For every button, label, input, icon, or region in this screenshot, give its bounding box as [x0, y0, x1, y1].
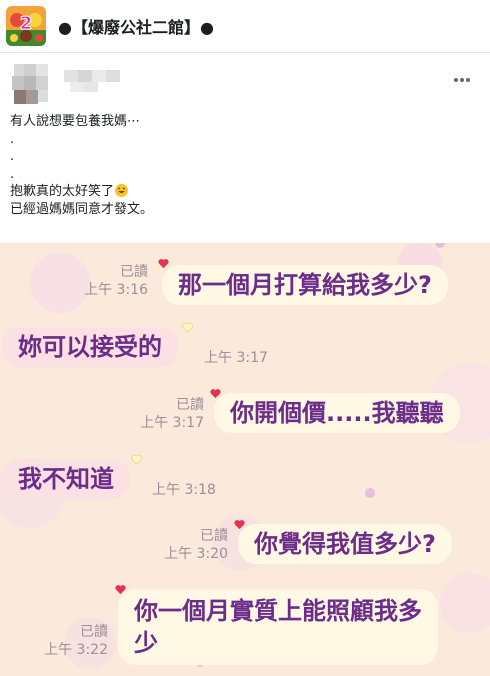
heart-icon: [234, 520, 245, 530]
author-name-blurred[interactable]: [62, 66, 128, 94]
message-meta: 已讀 上午 3:22: [32, 623, 108, 659]
post-line: 有人說想要包養我媽⋯: [10, 114, 141, 129]
message-meta: 已讀 上午 3:17: [128, 396, 204, 432]
group-title[interactable]: ●【爆廢公社二館】●: [58, 14, 214, 38]
chat-screenshot-image[interactable]: 已讀 上午 3:16 那一個月打算給我多少? 妳可以接受的 上午 3:17 已讀…: [0, 243, 490, 676]
chat-bubble-sent[interactable]: 那一個月打算給我多少?: [162, 265, 448, 305]
chat-bubble-sent[interactable]: 你開個價.....我聽聽: [214, 393, 460, 433]
post-line: .: [10, 131, 15, 147]
chat-bubble-sent[interactable]: 你一個月實質上能照顧我多 少: [118, 589, 438, 665]
chat-bubble-sent[interactable]: 你覺得我值多少?: [238, 524, 452, 564]
group-logo-number: 2: [20, 13, 33, 34]
more-dot-icon: [466, 78, 470, 82]
group-header-bar: 2 ●【爆廢公社二館】●: [0, 0, 490, 53]
post-line: 抱歉真的太好笑了: [10, 184, 115, 199]
message-meta: 上午 3:18: [152, 481, 216, 499]
post-line: 已經過媽媽同意才發文。: [10, 201, 154, 217]
message-text: 那一個月打算給我多少?: [178, 271, 432, 299]
message-meta: 已讀 上午 3:20: [152, 527, 228, 563]
message-text: 你覺得我值多少?: [254, 530, 436, 558]
message-text: 你開個價.....我聽聽: [230, 399, 444, 427]
message-meta: 上午 3:17: [204, 349, 268, 367]
heart-icon: [210, 389, 221, 399]
message-time: 上午 3:22: [44, 642, 108, 658]
message-text: 你一個月實質上能照顧我多: [134, 597, 422, 625]
more-dot-icon: [454, 78, 458, 82]
message-time: 上午 3:17: [140, 415, 204, 431]
message-meta: 已讀 上午 3:16: [72, 263, 148, 299]
author-avatar-blurred[interactable]: [8, 62, 56, 106]
message-time: 上午 3:18: [152, 482, 216, 498]
chat-bubble-received[interactable]: 妳可以接受的: [2, 327, 178, 367]
group-avatar[interactable]: 2: [6, 6, 46, 46]
heart-outline-icon: [131, 454, 142, 465]
read-receipt: 已讀: [120, 264, 148, 280]
heart-icon: [158, 259, 169, 269]
message-text: 妳可以接受的: [18, 333, 162, 361]
chat-bubble-received[interactable]: 我不知道: [2, 459, 130, 499]
message-text: 我不知道: [18, 465, 114, 493]
heart-outline-icon: [182, 322, 193, 333]
post-line: .: [10, 166, 15, 182]
post-line: .: [10, 149, 15, 164]
read-receipt: 已讀: [80, 624, 108, 640]
read-receipt: 已讀: [200, 528, 228, 544]
post-more-options-button[interactable]: [448, 70, 476, 90]
message-time: 上午 3:20: [164, 546, 228, 562]
heart-icon: [115, 585, 126, 595]
post-body: 有人說想要包養我媽⋯ . . . 抱歉真的太好笑了 已經過媽媽同意才發文。: [10, 113, 480, 218]
more-dot-icon: [460, 78, 464, 82]
laughing-face-emoji-icon: [115, 184, 129, 197]
message-time: 上午 3:16: [84, 282, 148, 298]
message-time: 上午 3:17: [204, 350, 268, 366]
message-text: 少: [134, 629, 158, 657]
group-logo-icon: 2: [6, 6, 46, 46]
read-receipt: 已讀: [176, 397, 204, 413]
post-line-with-emoji: 抱歉真的太好笑了: [10, 183, 480, 201]
